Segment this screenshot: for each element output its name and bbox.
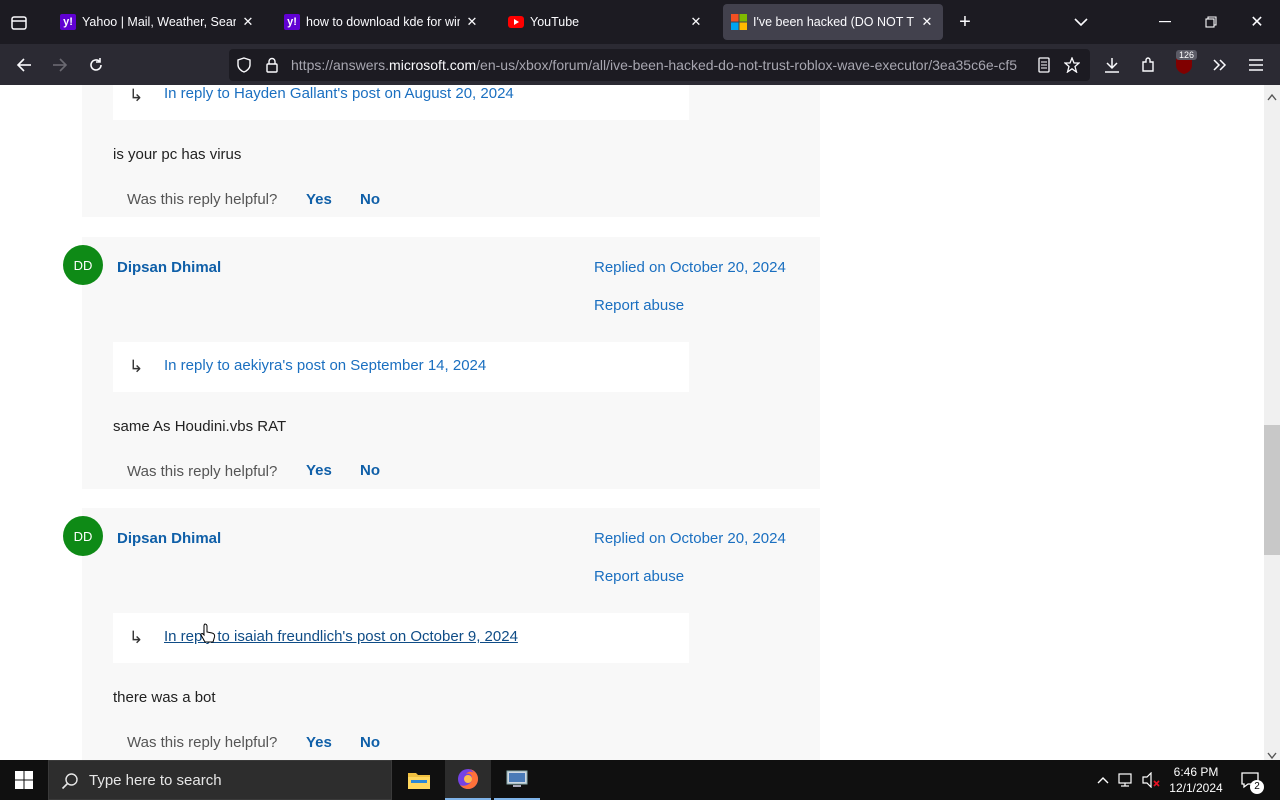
helpful-question: Was this reply helpful? [127, 191, 278, 208]
tab-title: how to download kde for windo [306, 15, 460, 29]
tab-strip: y! Yahoo | Mail, Weather, Search, P ✕ y!… [0, 0, 1280, 44]
helpful-no-button[interactable]: No [360, 462, 380, 479]
reply-arrow-icon: ↳ [129, 86, 144, 105]
navigation-toolbar: https://answers.microsoft.com/en-us/xbox… [0, 44, 1280, 85]
report-abuse-link[interactable]: Report abuse [594, 297, 684, 314]
downloads-icon[interactable] [1100, 53, 1124, 77]
author-name[interactable]: Dipsan Dhimal [117, 259, 221, 276]
helpful-question: Was this reply helpful? [127, 734, 278, 751]
reply-to-link[interactable]: In reply to isaiah freundlich's post on … [164, 628, 518, 645]
reply-arrow-icon: ↳ [129, 357, 144, 376]
network-icon[interactable] [1116, 770, 1136, 790]
page-viewport: ↳ In reply to Hayden Gallant's post on A… [0, 85, 1264, 760]
reply-date-link[interactable]: Replied on October 20, 2024 [594, 259, 786, 276]
hand-cursor-icon [200, 623, 216, 648]
new-tab-icon[interactable]: + [954, 11, 976, 33]
tab-title: Yahoo | Mail, Weather, Search, P [82, 15, 236, 29]
helpful-yes-button[interactable]: Yes [306, 191, 332, 208]
avatar[interactable]: DD [63, 245, 103, 285]
helpful-yes-button[interactable]: Yes [306, 462, 332, 479]
reply-to-link[interactable]: In reply to Hayden Gallant's post on Aug… [164, 85, 514, 102]
firefox-taskbar-icon[interactable] [445, 760, 491, 800]
close-tab-icon[interactable]: ✕ [919, 14, 935, 30]
url-path: /en-us/xbox/forum/all/ive-been-hacked-do… [476, 57, 1017, 73]
reply-to-link[interactable]: In reply to aekiyra's post on September … [164, 357, 486, 374]
url-prefix: https://answers. [291, 57, 390, 73]
url-text[interactable]: https://answers.microsoft.com/en-us/xbox… [291, 57, 1027, 73]
close-window-icon[interactable]: ✕ [1246, 11, 1268, 33]
close-tab-icon[interactable]: ✕ [688, 14, 704, 30]
more-tools-icon[interactable] [1208, 53, 1232, 77]
tab-youtube[interactable]: YouTube ✕ [500, 4, 712, 40]
tab-title: I've been hacked (DO NOT TRUS [753, 15, 915, 29]
bookmark-star-icon[interactable] [1063, 56, 1081, 74]
remote-desktop-icon[interactable] [494, 760, 540, 800]
restore-icon[interactable] [1200, 11, 1222, 33]
scrollbar-thumb[interactable] [1264, 425, 1280, 555]
scroll-up-icon[interactable] [1267, 88, 1277, 106]
start-icon[interactable] [0, 760, 48, 800]
address-bar[interactable]: https://answers.microsoft.com/en-us/xbox… [229, 49, 1090, 81]
extensions-icon[interactable] [1136, 53, 1160, 77]
menu-icon[interactable] [1244, 53, 1268, 77]
back-icon[interactable] [12, 53, 36, 77]
minimize-icon[interactable] [1154, 11, 1176, 33]
show-hidden-icons[interactable] [1094, 770, 1112, 790]
reload-icon[interactable] [84, 53, 108, 77]
tab-kde-search[interactable]: y! how to download kde for windo ✕ [276, 4, 488, 40]
search-icon [61, 772, 79, 795]
reader-view-icon[interactable] [1035, 56, 1053, 74]
search-placeholder: Type here to search [89, 772, 222, 789]
reply-arrow-icon: ↳ [129, 628, 144, 647]
yahoo-icon: y! [60, 14, 76, 30]
clock-date: 12/1/2024 [1169, 781, 1223, 795]
extension-badge: 126 [1176, 50, 1198, 60]
taskbar-search-box[interactable]: Type here to search [48, 760, 392, 800]
tracking-protection-icon[interactable] [235, 56, 253, 74]
youtube-icon [508, 14, 524, 30]
notification-count-badge: 2 [1250, 780, 1264, 794]
forward-icon[interactable] [48, 53, 72, 77]
system-clock[interactable]: 6:46 PM 12/1/2024 [1168, 764, 1224, 796]
yahoo-icon: y! [284, 14, 300, 30]
tab-title: YouTube [530, 15, 580, 29]
tab-microsoft-answers[interactable]: I've been hacked (DO NOT TRUS ✕ [723, 4, 943, 40]
helpful-yes-button[interactable]: Yes [306, 734, 332, 751]
reply-body: is your pc has virus [113, 146, 242, 163]
avatar[interactable]: DD [63, 516, 103, 556]
helpful-no-button[interactable]: No [360, 191, 380, 208]
reply-reference: ↳ In reply to aekiyra's post on Septembe… [113, 342, 689, 392]
microsoft-icon [731, 14, 747, 30]
list-tabs-icon[interactable] [1070, 11, 1092, 33]
helpful-no-button[interactable]: No [360, 734, 380, 751]
file-explorer-icon[interactable] [396, 760, 442, 800]
close-tab-icon[interactable]: ✕ [240, 14, 256, 30]
clock-time: 6:46 PM [1173, 765, 1219, 779]
reply-date-link[interactable]: Replied on October 20, 2024 [594, 530, 786, 547]
volume-muted-icon[interactable] [1140, 770, 1162, 790]
vertical-scrollbar[interactable] [1264, 85, 1280, 760]
reply-reference: ↳ In reply to Hayden Gallant's post on A… [113, 85, 689, 120]
reply-body: same As Houdini.vbs RAT [113, 418, 287, 435]
helpful-question: Was this reply helpful? [127, 463, 278, 480]
close-tab-icon[interactable]: ✕ [464, 14, 480, 30]
report-abuse-link[interactable]: Report abuse [594, 568, 684, 585]
reply-body: there was a bot [113, 689, 216, 706]
author-name[interactable]: Dipsan Dhimal [117, 530, 221, 547]
windows-taskbar: Type here to search 6:46 PM 12/1/2024 2 [0, 760, 1280, 800]
tab-yahoo-mail[interactable]: y! Yahoo | Mail, Weather, Search, P ✕ [52, 4, 264, 40]
lock-icon[interactable] [263, 56, 281, 74]
firefox-view-icon[interactable] [8, 12, 30, 34]
url-domain: microsoft.com [389, 57, 477, 73]
